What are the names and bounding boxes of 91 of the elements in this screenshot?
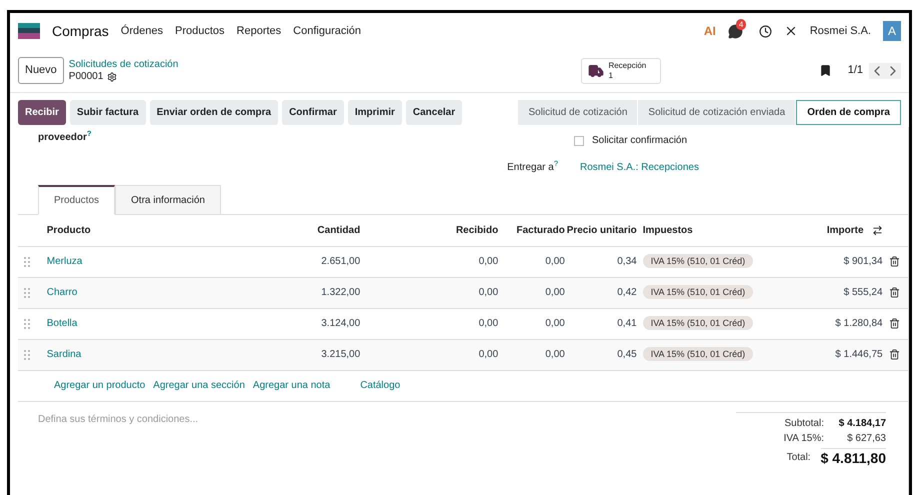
action-button[interactable]: Recibir [18, 100, 66, 125]
table-cell: 0,00 [478, 287, 498, 298]
column-header[interactable]: Facturado [516, 224, 565, 236]
action-button[interactable]: Cancelar [406, 100, 462, 125]
tax-tag: IVA 15% (510, 01 Créd) [642, 347, 754, 361]
menu-item[interactable]: Reportes [236, 22, 282, 40]
table-cell: $ 555,24 [844, 287, 883, 298]
table-cell: 0,00 [545, 349, 565, 360]
table-cell: 0,34 [617, 256, 637, 267]
table-cell: 0,42 [617, 287, 637, 298]
deliver-value[interactable]: Rosmei S.A.: Recepciones [580, 160, 699, 175]
column-header[interactable]: Importe [826, 222, 864, 238]
tax-tag: IVA 15% (510, 01 Créd) [642, 254, 754, 268]
status-step[interactable]: Solicitud de cotización enviada [638, 100, 796, 125]
add-line-link[interactable]: Catálogo [360, 378, 400, 393]
product-link[interactable]: Merluza [46, 256, 82, 267]
confirm-label: Solicitar confirmación [592, 134, 688, 148]
table-cell: 1.322,00 [321, 287, 360, 298]
table-cell: 3.124,00 [321, 318, 360, 329]
table-cell: 0,00 [545, 318, 565, 329]
record-name: P00001 [68, 70, 104, 82]
receipt-smart-button[interactable]: Recepción 1 [581, 58, 662, 84]
delete-icon[interactable] [888, 256, 900, 267]
clock-icon[interactable] [758, 24, 772, 38]
table-cell: 0,00 [545, 256, 565, 267]
user-avatar[interactable]: A [883, 21, 901, 41]
delete-icon[interactable] [888, 318, 900, 329]
table-cell: $ 1.280,84 [835, 318, 883, 329]
total-value: $ 627,63 [846, 432, 886, 446]
column-header[interactable]: Recibido [456, 224, 498, 236]
add-line-link[interactable]: Agregar una nota [252, 378, 330, 393]
drag-handle-icon[interactable] [24, 288, 30, 298]
new-button[interactable]: Nuevo [18, 57, 64, 84]
table-cell: $ 1.446,75 [835, 349, 883, 360]
status-step[interactable]: Solicitud de cotización [518, 100, 638, 125]
drag-handle-icon[interactable] [24, 350, 30, 360]
truck-icon [588, 62, 604, 78]
app-name[interactable]: Compras [52, 20, 109, 42]
notification-badge: 4 [736, 18, 746, 30]
table-cell: 0,41 [617, 318, 637, 329]
column-header[interactable]: Cantidad [317, 224, 360, 236]
table-cell: 0,45 [617, 349, 637, 360]
action-button[interactable]: Subir factura [70, 100, 146, 125]
terms-field[interactable]: Defina sus términos y condiciones... [38, 412, 438, 428]
tab[interactable]: Otra información [115, 185, 221, 215]
menu-item[interactable]: Configuración [293, 22, 362, 40]
product-link[interactable]: Botella [46, 318, 78, 329]
total-value: $ 4.811,80 [820, 448, 886, 466]
app-logo-icon[interactable] [18, 23, 40, 39]
table-cell: 0,00 [478, 318, 498, 329]
menu-item[interactable]: Órdenes [120, 22, 163, 40]
menu-item[interactable]: Productos [175, 22, 225, 40]
next-icon[interactable] [885, 62, 901, 78]
bookmark-icon[interactable] [818, 64, 832, 77]
column-header[interactable]: Producto [46, 224, 91, 236]
table-cell: 0,00 [478, 349, 498, 360]
total-label: IVA 15%: [784, 432, 824, 446]
delete-icon[interactable] [888, 287, 900, 298]
table-cell: 2.651,00 [321, 256, 360, 267]
tab[interactable]: Productos [38, 185, 116, 215]
total-label: Total: [786, 450, 811, 464]
breadcrumb-link[interactable]: Solicitudes de cotización [68, 58, 178, 70]
product-link[interactable]: Sardina [46, 349, 82, 360]
table-cell: $ 901,34 [844, 256, 883, 267]
table-cell: 0,00 [545, 287, 565, 298]
delete-icon[interactable] [888, 349, 900, 360]
drag-handle-icon[interactable] [24, 256, 30, 266]
action-button[interactable]: Imprimir [348, 100, 402, 125]
drag-handle-icon[interactable] [24, 318, 30, 328]
total-label: Subtotal: [784, 416, 824, 430]
column-header[interactable]: Impuestos [642, 224, 693, 236]
table-cell: 0,00 [478, 256, 498, 267]
pager-value: 1/1 [848, 63, 863, 78]
company-name[interactable]: Rosmei S.A. [810, 22, 871, 40]
settings-icon[interactable] [107, 72, 118, 82]
status-step[interactable]: Orden de compra [796, 100, 901, 125]
column-header[interactable]: Precio unitario [566, 224, 637, 236]
table-cell: 3.215,00 [321, 349, 360, 360]
action-button[interactable]: Enviar orden de compra [150, 100, 278, 125]
deliver-label: Entregar a$^{?}$ [506, 160, 558, 175]
product-link[interactable]: Charro [46, 287, 78, 298]
add-line-link[interactable]: Agregar una sección [153, 378, 245, 393]
tax-tag: IVA 15% (510, 01 Créd) [642, 285, 754, 299]
column-settings-icon[interactable] [872, 224, 883, 236]
previous-icon[interactable] [869, 62, 885, 78]
tax-tag: IVA 15% (510, 01 Créd) [642, 316, 754, 330]
total-value: $ 4.184,17 [838, 416, 886, 430]
vendor-label: proveedor$^{?}$ [38, 132, 92, 143]
action-button[interactable]: Confirmar [282, 100, 344, 125]
add-line-link[interactable]: Agregar un producto [54, 378, 146, 393]
checkbox[interactable] [574, 136, 584, 146]
